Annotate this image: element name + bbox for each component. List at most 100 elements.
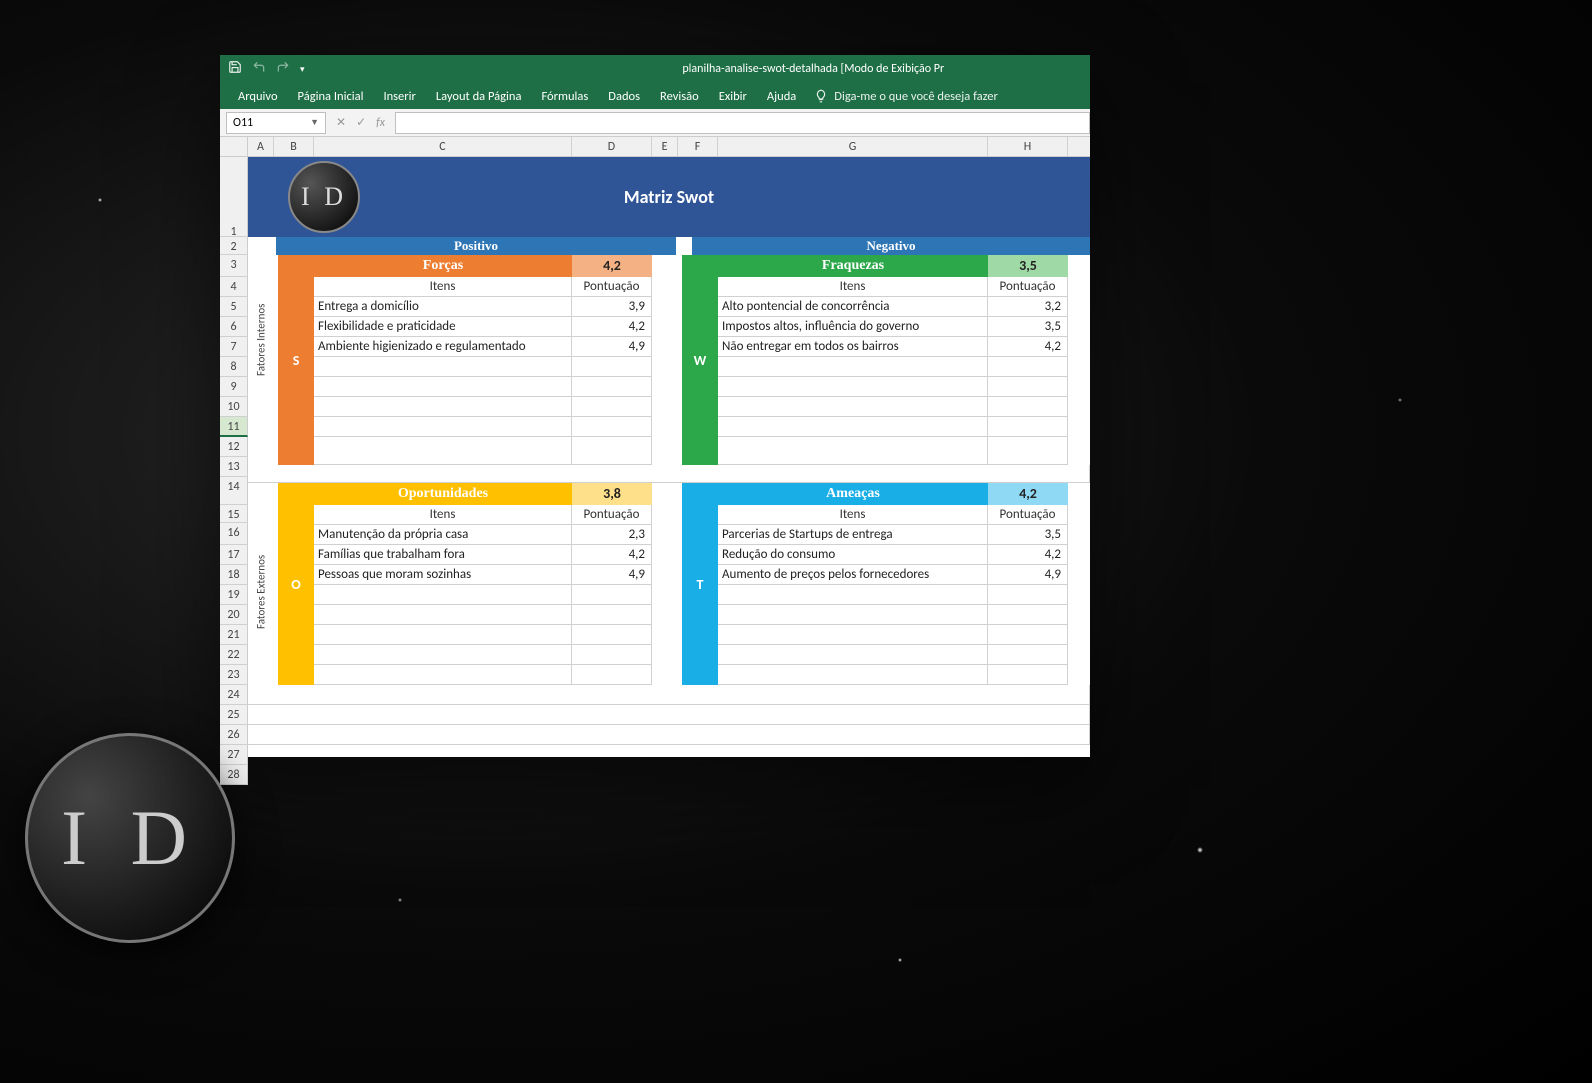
cell-t-item-4[interactable]	[718, 585, 988, 605]
cell-w-item-3[interactable]: Não entregar em todos os bairros	[718, 337, 988, 357]
cell-s-score-8[interactable]	[572, 437, 652, 465]
cell-t-score-7[interactable]	[988, 645, 1068, 665]
cell-s-score-2[interactable]: 4,2	[572, 317, 652, 337]
row-header-8[interactable]: 8	[220, 357, 248, 377]
col-header-h[interactable]: H	[988, 137, 1068, 156]
enter-icon[interactable]: ✓	[356, 115, 366, 130]
cell-t-item-1[interactable]: Parcerias de Startups de entrega	[718, 525, 988, 545]
tab-revisao[interactable]: Revisão	[652, 85, 707, 108]
row-header-21[interactable]: 21	[220, 625, 248, 645]
cancel-icon[interactable]: ✕	[336, 115, 346, 130]
cell-w-score-5[interactable]	[988, 377, 1068, 397]
name-box-dropdown-icon[interactable]: ▼	[310, 117, 319, 128]
cell-s-item-6[interactable]	[314, 397, 572, 417]
cell-t-score-3[interactable]: 4,9	[988, 565, 1068, 585]
undo-icon[interactable]	[252, 60, 266, 78]
row-header-14[interactable]: 14	[220, 477, 248, 505]
tab-pagina-inicial[interactable]: Página Inicial	[290, 85, 372, 108]
cell-w-item-5[interactable]	[718, 377, 988, 397]
cell-w-score-1[interactable]: 3,2	[988, 297, 1068, 317]
cell-o-score-8[interactable]	[572, 665, 652, 685]
row-header-12[interactable]: 12	[220, 437, 248, 457]
cell-t-score-2[interactable]: 4,2	[988, 545, 1068, 565]
cell-o-item-2[interactable]: Famílias que trabalham fora	[314, 545, 572, 565]
row-header-28[interactable]: 28	[220, 765, 248, 785]
cell-t-score-4[interactable]	[988, 585, 1068, 605]
cell-s-score-4[interactable]	[572, 357, 652, 377]
row-header-4[interactable]: 4	[220, 277, 248, 297]
cell-t-item-5[interactable]	[718, 605, 988, 625]
cell-t-score-8[interactable]	[988, 665, 1068, 685]
cell-w-score-6[interactable]	[988, 397, 1068, 417]
row-header-27[interactable]: 27	[220, 745, 248, 765]
cell-o-item-3[interactable]: Pessoas que moram sozinhas	[314, 565, 572, 585]
formula-bar-input[interactable]	[395, 112, 1090, 134]
cell-o-item-4[interactable]	[314, 585, 572, 605]
row-header-13[interactable]: 13	[220, 457, 248, 477]
row-header-26[interactable]: 26	[220, 725, 248, 745]
empty-row-28[interactable]	[248, 725, 1090, 745]
cell-t-score-5[interactable]	[988, 605, 1068, 625]
tab-exibir[interactable]: Exibir	[711, 85, 755, 108]
col-header-g[interactable]: G	[718, 137, 988, 156]
cell-w-item-1[interactable]: Alto pontencial de concorrência	[718, 297, 988, 317]
row-header-2[interactable]: 2	[220, 237, 248, 255]
cell-s-item-4[interactable]	[314, 357, 572, 377]
cell-s-score-1[interactable]: 3,9	[572, 297, 652, 317]
cell-s-item-8[interactable]	[314, 437, 572, 465]
cell-w-score-4[interactable]	[988, 357, 1068, 377]
cell-t-score-6[interactable]	[988, 625, 1068, 645]
cell-o-score-2[interactable]: 4,2	[572, 545, 652, 565]
row-header-23[interactable]: 23	[220, 665, 248, 685]
row-header-24[interactable]: 24	[220, 685, 248, 705]
cell-o-score-1[interactable]: 2,3	[572, 525, 652, 545]
save-icon[interactable]	[228, 60, 242, 78]
cell-w-score-8[interactable]	[988, 437, 1068, 465]
tab-arquivo[interactable]: Arquivo	[230, 85, 286, 108]
cell-o-item-7[interactable]	[314, 645, 572, 665]
row-header-9[interactable]: 9	[220, 377, 248, 397]
row-header-18[interactable]: 18	[220, 565, 248, 585]
redo-icon[interactable]	[276, 60, 290, 78]
empty-row-27[interactable]	[248, 705, 1090, 725]
cell-o-item-8[interactable]	[314, 665, 572, 685]
worksheet[interactable]: A B C D E F G H 1 2 3 4 5 6 7 8 9 10 11 …	[220, 137, 1090, 757]
cell-o-score-3[interactable]: 4,9	[572, 565, 652, 585]
cell-t-score-1[interactable]: 3,5	[988, 525, 1068, 545]
cell-w-item-8[interactable]	[718, 437, 988, 465]
fx-icon[interactable]: fx	[376, 116, 385, 130]
cell-w-item-6[interactable]	[718, 397, 988, 417]
col-header-d[interactable]: D	[572, 137, 652, 156]
col-header-f[interactable]: F	[678, 137, 718, 156]
tab-inserir[interactable]: Inserir	[375, 85, 423, 108]
cell-t-item-6[interactable]	[718, 625, 988, 645]
row-header-25[interactable]: 25	[220, 705, 248, 725]
col-header-b[interactable]: B	[274, 137, 314, 156]
row-header-15[interactable]: 15	[220, 505, 248, 523]
cell-s-item-3[interactable]: Ambiente higienizado e regulamentado	[314, 337, 572, 357]
cell-w-score-3[interactable]: 4,2	[988, 337, 1068, 357]
cell-s-item-5[interactable]	[314, 377, 572, 397]
tab-dados[interactable]: Dados	[600, 85, 648, 108]
cell-o-item-6[interactable]	[314, 625, 572, 645]
tell-me-search[interactable]: Diga-me o que você deseja fazer	[814, 89, 998, 104]
cell-t-item-3[interactable]: Aumento de preços pelos fornecedores	[718, 565, 988, 585]
cell-s-score-3[interactable]: 4,9	[572, 337, 652, 357]
cell-s-score-7[interactable]	[572, 417, 652, 437]
cell-w-item-4[interactable]	[718, 357, 988, 377]
col-header-a[interactable]: A	[248, 137, 274, 156]
col-header-c[interactable]: C	[314, 137, 572, 156]
row-header-22[interactable]: 22	[220, 645, 248, 665]
cell-t-item-8[interactable]	[718, 665, 988, 685]
cell-o-score-5[interactable]	[572, 605, 652, 625]
row-header-1[interactable]: 1	[220, 157, 248, 237]
empty-row-26[interactable]	[248, 685, 1090, 705]
cell-s-score-5[interactable]	[572, 377, 652, 397]
row-header-17[interactable]: 17	[220, 545, 248, 565]
row-header-5[interactable]: 5	[220, 297, 248, 317]
gap-row[interactable]	[248, 465, 1090, 483]
cell-w-score-2[interactable]: 3,5	[988, 317, 1068, 337]
select-all-corner[interactable]	[220, 137, 248, 157]
cell-s-item-2[interactable]: Flexibilidade e praticidade	[314, 317, 572, 337]
cell-t-item-2[interactable]: Redução do consumo	[718, 545, 988, 565]
